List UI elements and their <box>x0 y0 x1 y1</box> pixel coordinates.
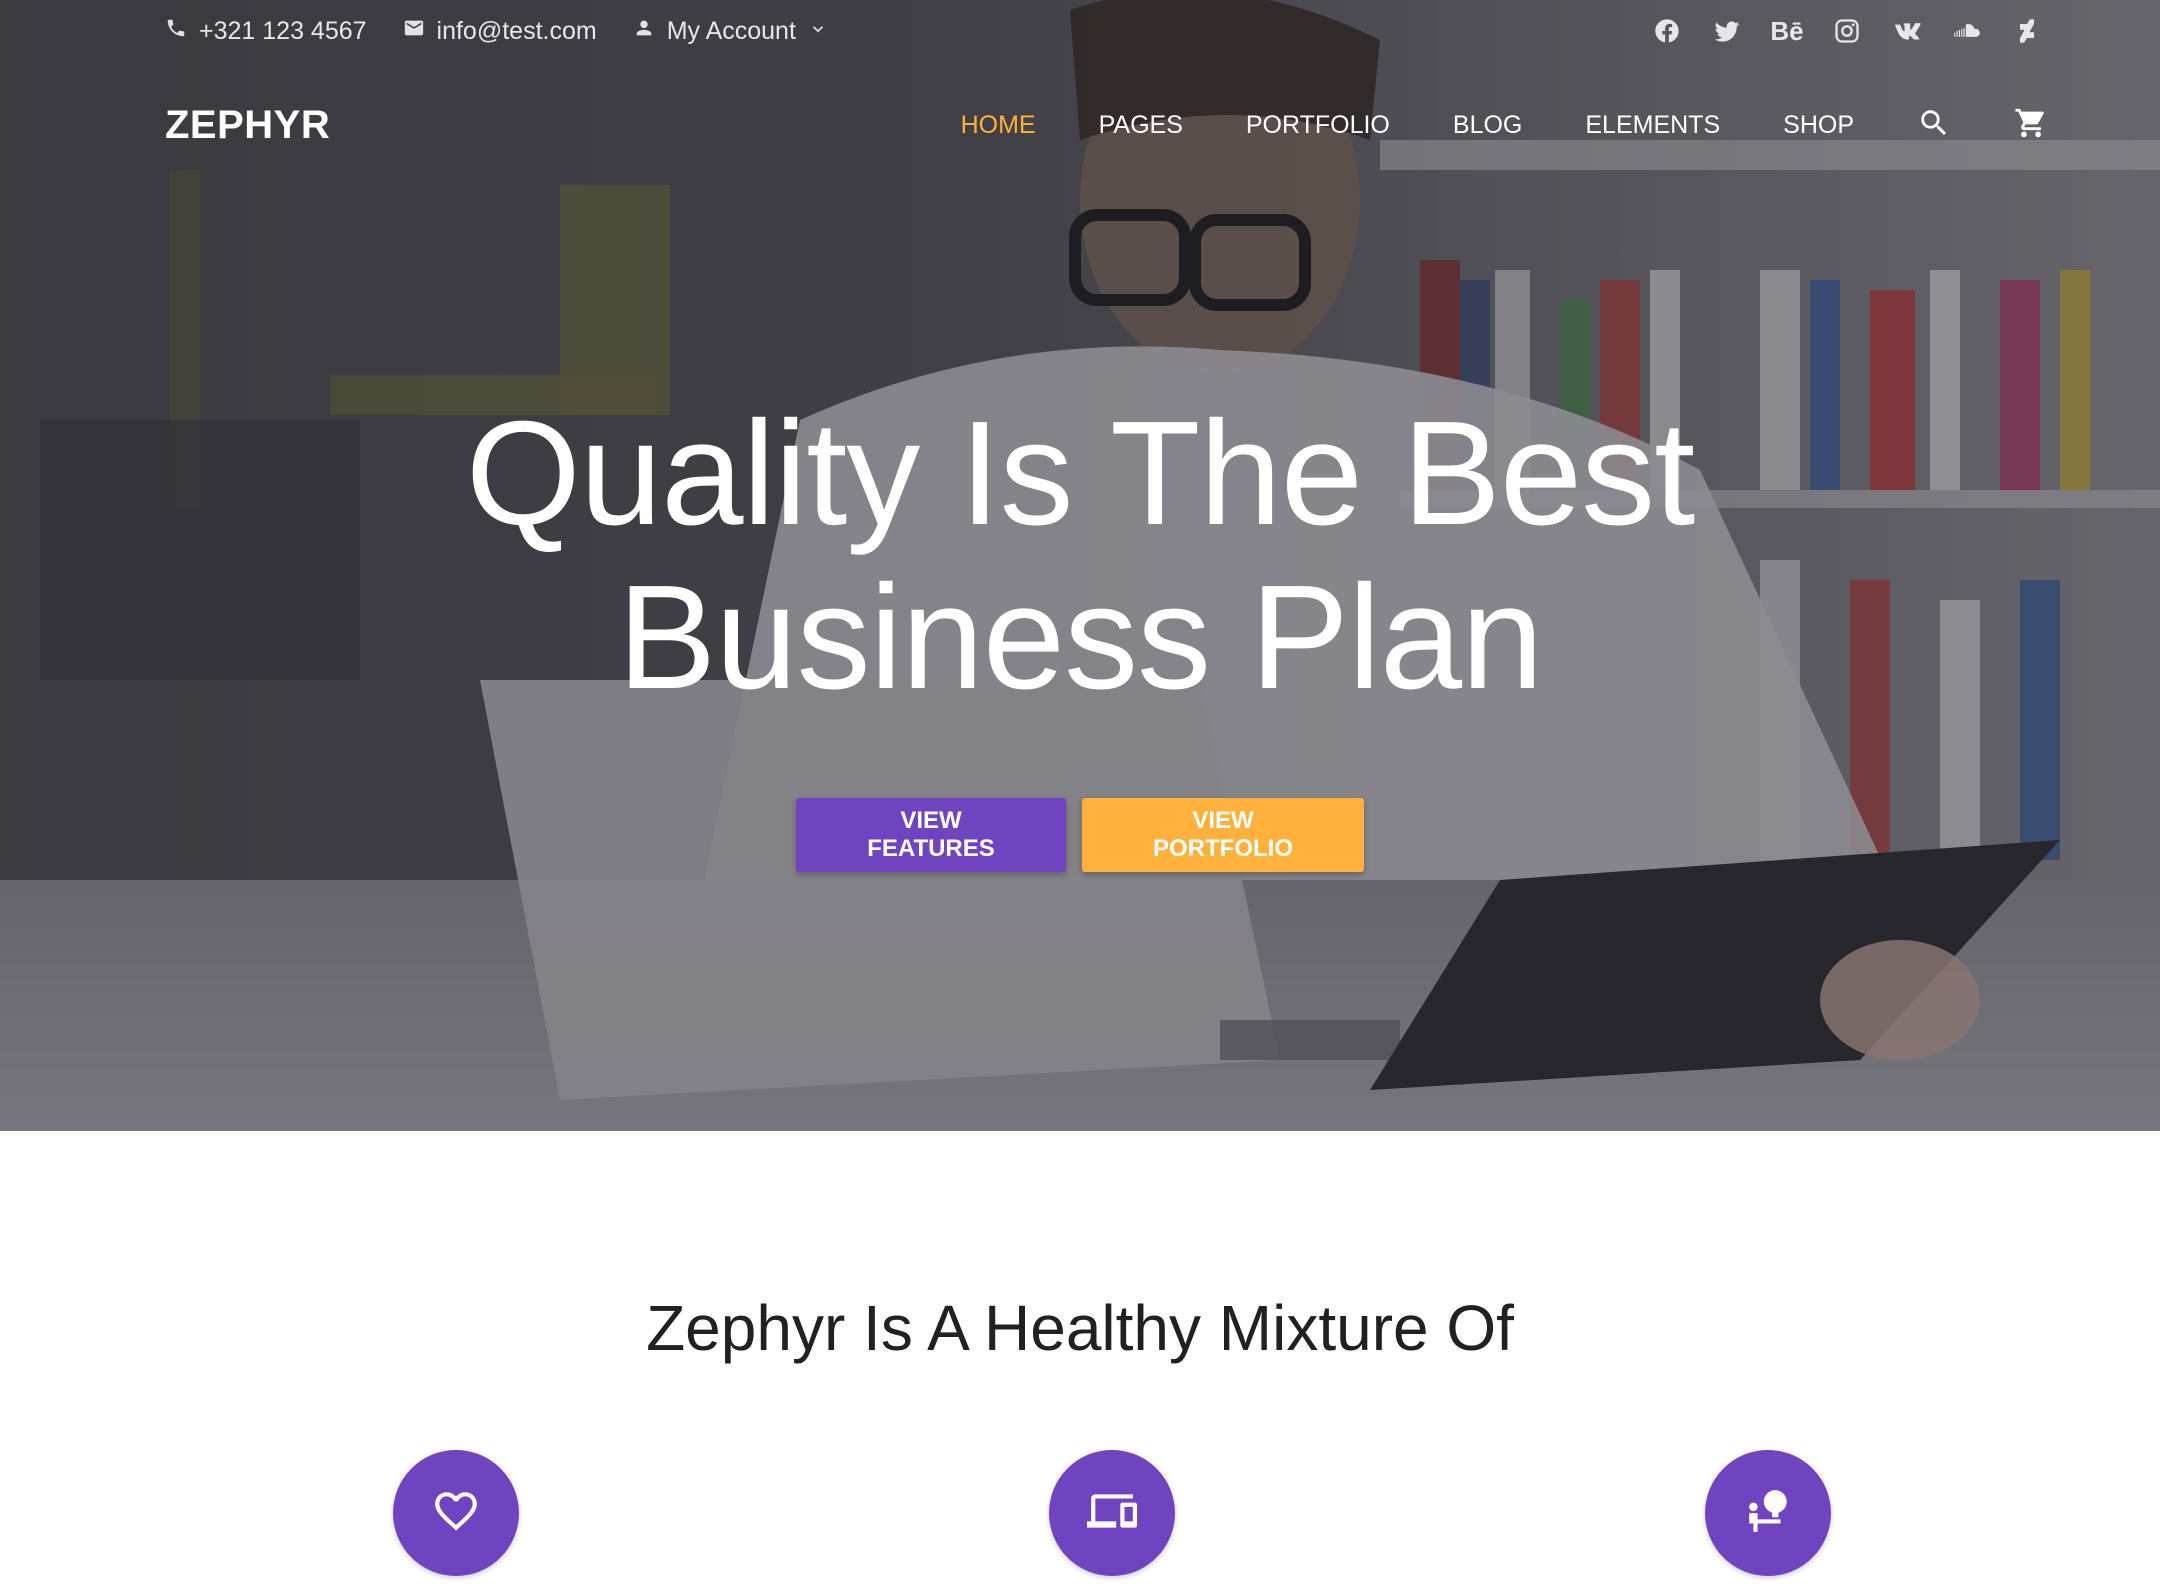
phone-contact[interactable]: +321 123 4567 <box>165 17 367 46</box>
email-contact[interactable]: info@test.com <box>403 17 597 46</box>
phone-number: +321 123 4567 <box>199 16 367 45</box>
main-nav: HOME PAGES PORTFOLIO BLOG ELEMENTS SHOP <box>961 106 2048 145</box>
soundcloud-icon[interactable] <box>1952 16 1982 46</box>
email-address: info@test.com <box>436 16 597 45</box>
facebook-icon[interactable] <box>1652 16 1682 46</box>
hero-buttons: VIEW FEATURES VIEW PORTFOLIO <box>0 798 2160 872</box>
main-navbar: ZEPHYR HOME PAGES PORTFOLIO BLOG ELEMENT… <box>0 95 2160 155</box>
nav-pages[interactable]: PAGES <box>1099 111 1183 140</box>
hero-title-line-1: Quality Is The Best <box>465 391 1696 556</box>
instagram-icon[interactable] <box>1832 16 1862 46</box>
hero-section: +321 123 4567 info@test.com My Account B… <box>0 0 2160 1131</box>
deviantart-icon[interactable] <box>2012 16 2042 46</box>
search-icon[interactable] <box>1917 106 1951 145</box>
chevron-down-icon <box>808 17 828 46</box>
hero-title-line-2: Business Plan <box>617 555 1544 720</box>
nav-home[interactable]: HOME <box>961 111 1036 140</box>
hero-title: Quality Is The Best Business Plan <box>0 392 2160 720</box>
account-label: My Account <box>666 16 796 45</box>
phone-icon <box>165 17 187 46</box>
twitter-icon[interactable] <box>1712 16 1742 46</box>
features-title: Zephyr Is A Healthy Mixture Of <box>646 1292 1514 1364</box>
feature-devices <box>1049 1450 1175 1576</box>
social-links: Bē <box>1652 16 2042 46</box>
top-info-bar: +321 123 4567 info@test.com My Account B… <box>0 0 2160 62</box>
view-portfolio-button[interactable]: VIEW PORTFOLIO <box>1082 798 1364 872</box>
feature-presenter <box>1705 1450 1831 1576</box>
hero-content: Quality Is The Best Business Plan VIEW F… <box>0 392 2160 872</box>
nav-portfolio[interactable]: PORTFOLIO <box>1246 111 1390 140</box>
person-icon <box>633 17 655 46</box>
account-dropdown[interactable]: My Account <box>633 17 828 46</box>
heart-icon <box>431 1486 481 1541</box>
devices-icon <box>1087 1486 1137 1541</box>
nav-shop[interactable]: SHOP <box>1783 111 1854 140</box>
mail-icon <box>403 17 425 46</box>
cart-icon[interactable] <box>2014 106 2048 145</box>
behance-icon[interactable]: Bē <box>1770 16 1803 46</box>
nav-elements[interactable]: ELEMENTS <box>1585 111 1720 140</box>
features-section: Zephyr Is A Healthy Mixture Of <box>0 1131 2160 1594</box>
nav-blog[interactable]: BLOG <box>1453 111 1522 140</box>
presenter-icon <box>1743 1486 1793 1541</box>
site-logo[interactable]: ZEPHYR <box>165 103 330 148</box>
view-features-button[interactable]: VIEW FEATURES <box>796 798 1066 872</box>
feature-heart <box>393 1450 519 1576</box>
contact-info: +321 123 4567 info@test.com My Account <box>165 17 828 46</box>
vk-icon[interactable] <box>1892 16 1922 46</box>
